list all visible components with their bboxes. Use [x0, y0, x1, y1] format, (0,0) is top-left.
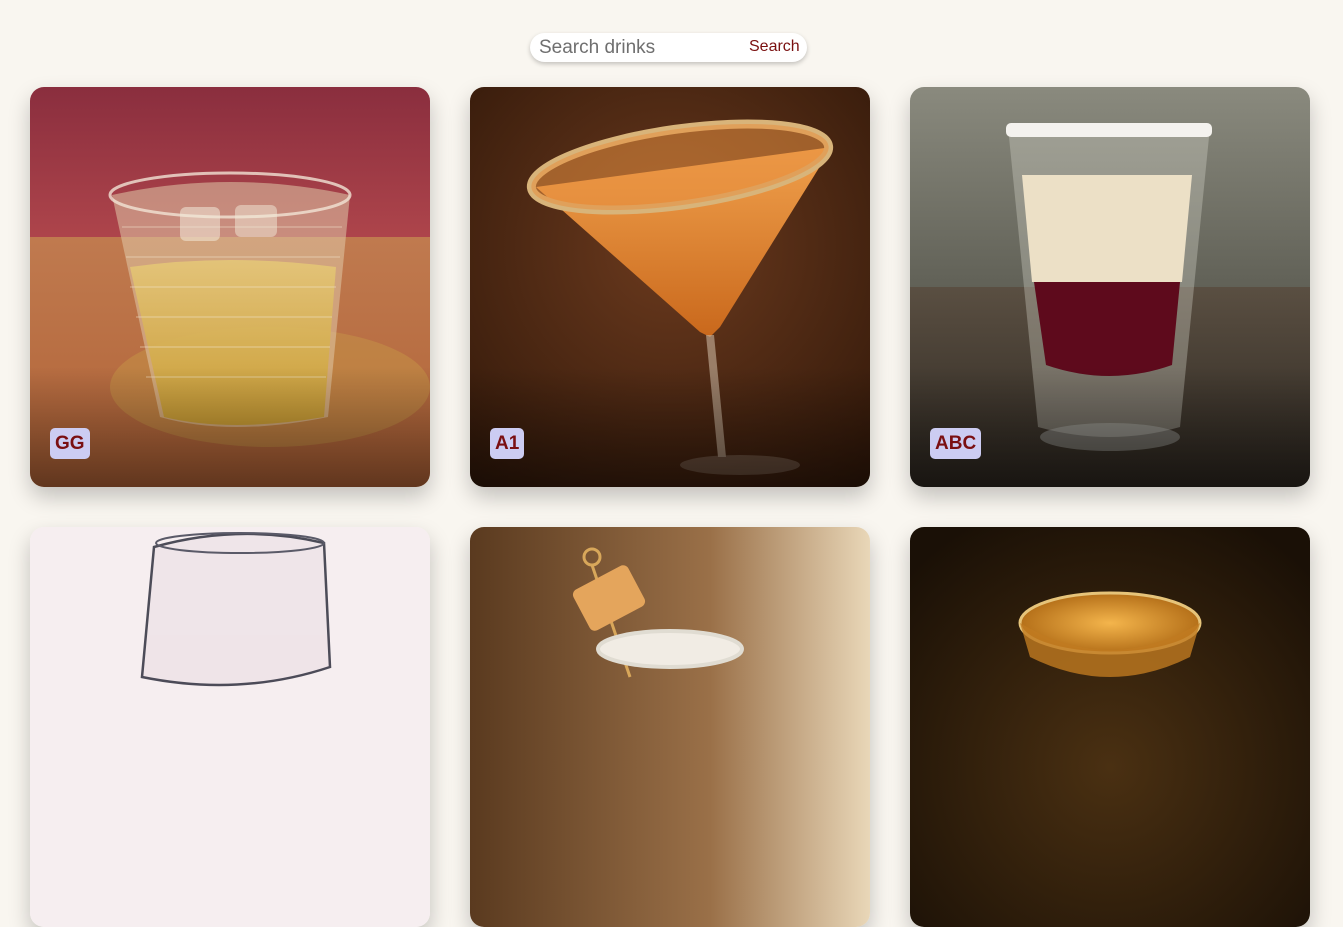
search-bar: Search: [530, 33, 807, 62]
image-shade: [910, 367, 1310, 487]
drink-card[interactable]: [910, 527, 1310, 927]
search-button[interactable]: Search: [749, 38, 800, 56]
drink-card-gg[interactable]: GG: [30, 87, 430, 487]
drink-image: [30, 527, 430, 927]
drink-image: [910, 527, 1310, 927]
drink-name-badge: A1: [490, 428, 525, 459]
drink-card[interactable]: [470, 527, 870, 927]
drink-card-abc[interactable]: ABC: [910, 87, 1310, 487]
image-shade: [30, 367, 430, 487]
search-input[interactable]: [530, 33, 739, 62]
drink-name-badge: ABC: [930, 428, 982, 459]
drink-card[interactable]: [30, 527, 430, 927]
drink-card-a1[interactable]: A1: [470, 87, 870, 487]
drink-image: [470, 527, 870, 927]
image-shade: [470, 367, 870, 487]
drink-name-badge: GG: [50, 428, 90, 459]
